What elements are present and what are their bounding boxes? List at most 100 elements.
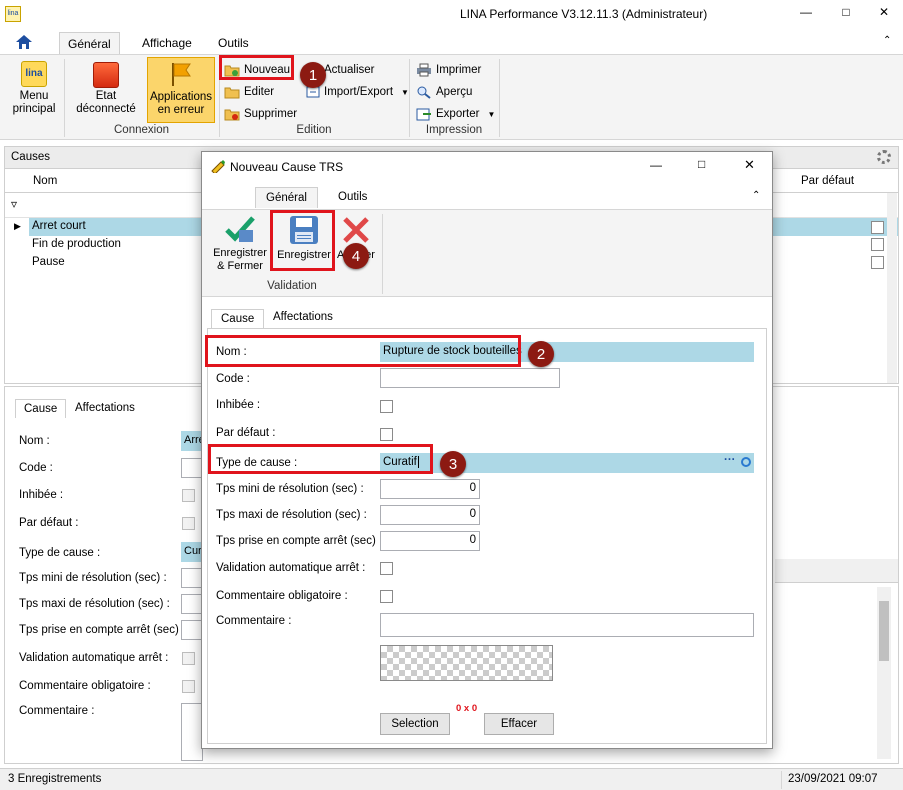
row-name: Arret court (32, 220, 86, 232)
commentaire-field[interactable] (380, 613, 754, 637)
dialog-title-bar: Nouveau Cause TRS — □ ✕ (202, 152, 772, 180)
selection-button[interactable]: Selection (380, 713, 450, 735)
exporter-label: Exporter (436, 108, 480, 120)
supprimer-label: Supprimer (244, 108, 298, 120)
tps-mini-field[interactable]: 0 (380, 479, 480, 499)
import-export-button[interactable]: Import/Export ▼ (306, 85, 409, 99)
applications-erreur-button[interactable]: Applications en erreur (147, 57, 215, 123)
detail-label: Par défaut : (19, 517, 79, 529)
detail-nom-field[interactable]: Arre (181, 431, 203, 451)
editer-button[interactable]: Editer (224, 85, 274, 99)
delete-folder-icon (224, 109, 240, 121)
home-icon[interactable] (14, 33, 42, 53)
maximize-button[interactable]: □ (836, 5, 856, 23)
flag-icon (172, 63, 191, 86)
column-header-nom[interactable]: Nom (33, 175, 57, 187)
dialog-inner-tab-affectations[interactable]: Affectations (273, 311, 333, 323)
preview-icon (417, 86, 431, 99)
row-default-checkbox[interactable] (871, 238, 884, 251)
ellipsis-icon[interactable]: ··· (724, 454, 736, 466)
tps-prise-field[interactable]: 0 (380, 531, 480, 551)
label-commentaire-oblig: Commentaire obligatoire : (216, 590, 348, 602)
tps-maxi-field[interactable]: 0 (380, 505, 480, 525)
detail-tab-affectations[interactable]: Affectations (75, 402, 135, 414)
dialog-collapse-icon[interactable]: ⌃ (752, 190, 760, 201)
detail-commentaire-oblig-checkbox[interactable] (182, 680, 195, 693)
menu-principal-button[interactable]: lina Menu principal (8, 59, 60, 123)
row-default-checkbox[interactable] (871, 256, 884, 269)
exporter-button[interactable]: Exporter ▼ (416, 107, 495, 121)
applications-erreur-label: Applications en erreur (149, 91, 212, 116)
tab-affichage[interactable]: Affichage (134, 32, 200, 54)
detail-tps-maxi-field[interactable] (181, 594, 203, 614)
ribbon: lina Menu principal Etat déconnecté Appl… (0, 54, 903, 140)
enregistrer-fermer-button[interactable]: Enregistrer & Fermer (210, 214, 270, 276)
detail-code-field[interactable] (181, 458, 203, 478)
ribbon-tabs: Général Affichage Outils ⌃ (0, 30, 903, 54)
etat-button[interactable]: Etat déconnecté (72, 59, 140, 123)
dialog-tab-general[interactable]: Général (255, 187, 318, 208)
detail-type-field[interactable]: Cur (181, 542, 203, 562)
detail-par-defaut-checkbox[interactable] (182, 517, 195, 530)
inhibee-checkbox[interactable] (380, 400, 393, 413)
label-par-defaut: Par défaut : (216, 427, 276, 439)
apercu-button[interactable]: Aperçu (416, 85, 472, 99)
row-pointer-icon: ▶ (14, 221, 21, 231)
callout-box-nouveau (219, 55, 294, 80)
dialog-tab-outils[interactable]: Outils (338, 191, 367, 203)
enregistrer-fermer-label: Enregistrer & Fermer (213, 247, 267, 272)
supprimer-button[interactable]: Supprimer (224, 107, 297, 121)
dialog-minimize-button[interactable]: — (650, 158, 662, 172)
record-count: 3 Enregistrements (8, 773, 102, 785)
detail-scrollbar[interactable] (877, 587, 891, 759)
tab-outils[interactable]: Outils (210, 32, 257, 54)
detail-label: Commentaire obligatoire : (19, 680, 151, 692)
printer-icon (417, 63, 431, 77)
dialog-inner-tab-cause[interactable]: Cause (211, 309, 265, 328)
tab-general[interactable]: Général (59, 32, 120, 54)
close-button[interactable]: ✕ (874, 5, 894, 23)
dialog-title: Nouveau Cause TRS (230, 160, 344, 174)
column-header-par-defaut[interactable]: Par défaut (801, 175, 854, 187)
label-tps-mini: Tps mini de résolution (sec) : (216, 483, 364, 495)
dialog-maximize-button[interactable]: □ (698, 157, 705, 171)
commentaire-oblig-checkbox[interactable] (380, 590, 393, 603)
callout-box-type (208, 444, 433, 474)
detail-label: Code : (19, 462, 53, 474)
apercu-label: Aperçu (436, 86, 473, 98)
vertical-scrollbar[interactable] (887, 193, 897, 383)
import-export-label: Import/Export (324, 86, 394, 98)
dialog-close-button[interactable]: ✕ (744, 157, 755, 173)
detail-validation-checkbox[interactable] (182, 652, 195, 665)
filter-icon[interactable]: ▿ (11, 197, 17, 211)
settings-gear-icon[interactable] (877, 150, 891, 164)
detail-tps-mini-field[interactable] (181, 568, 203, 588)
code-field[interactable] (380, 368, 560, 388)
label-tps-prise: Tps prise en compte arrêt (sec) : (216, 535, 383, 547)
detail-label: Tps mini de résolution (sec) : (19, 572, 167, 584)
detail-commentaire-area[interactable] (181, 703, 203, 761)
image-preview (380, 645, 553, 681)
detail-inhibee-checkbox[interactable] (182, 489, 195, 502)
detail-tab-cause[interactable]: Cause (15, 399, 67, 418)
validation-auto-checkbox[interactable] (380, 562, 393, 575)
detail-tps-prise-field[interactable] (181, 620, 203, 640)
title-bar: lina LINA Performance V3.12.11.3 (Admini… (0, 0, 903, 30)
imprimer-button[interactable]: Imprimer (416, 63, 481, 77)
refresh-icon[interactable] (741, 457, 751, 467)
connexion-group-label: Connexion (114, 124, 169, 136)
type-field[interactable]: Curatif ··· (380, 453, 754, 473)
detail-label: Commentaire : (19, 705, 95, 717)
status-bar: 3 Enregistrements 23/09/2021 09:07 (0, 768, 903, 790)
detail-label: Nom : (19, 435, 50, 447)
row-default-checkbox[interactable] (871, 221, 884, 234)
image-size-text: 0 x 0 (456, 703, 478, 714)
par-defaut-checkbox[interactable] (380, 428, 393, 441)
validation-group-label: Validation (267, 280, 317, 292)
minimize-button[interactable]: — (796, 5, 816, 23)
label-commentaire: Commentaire : (216, 615, 292, 627)
detail-label: Inhibée : (19, 489, 64, 501)
collapse-ribbon-icon[interactable]: ⌃ (883, 35, 891, 46)
effacer-button[interactable]: Effacer (484, 713, 554, 735)
callout-box-enregistrer (270, 210, 335, 271)
